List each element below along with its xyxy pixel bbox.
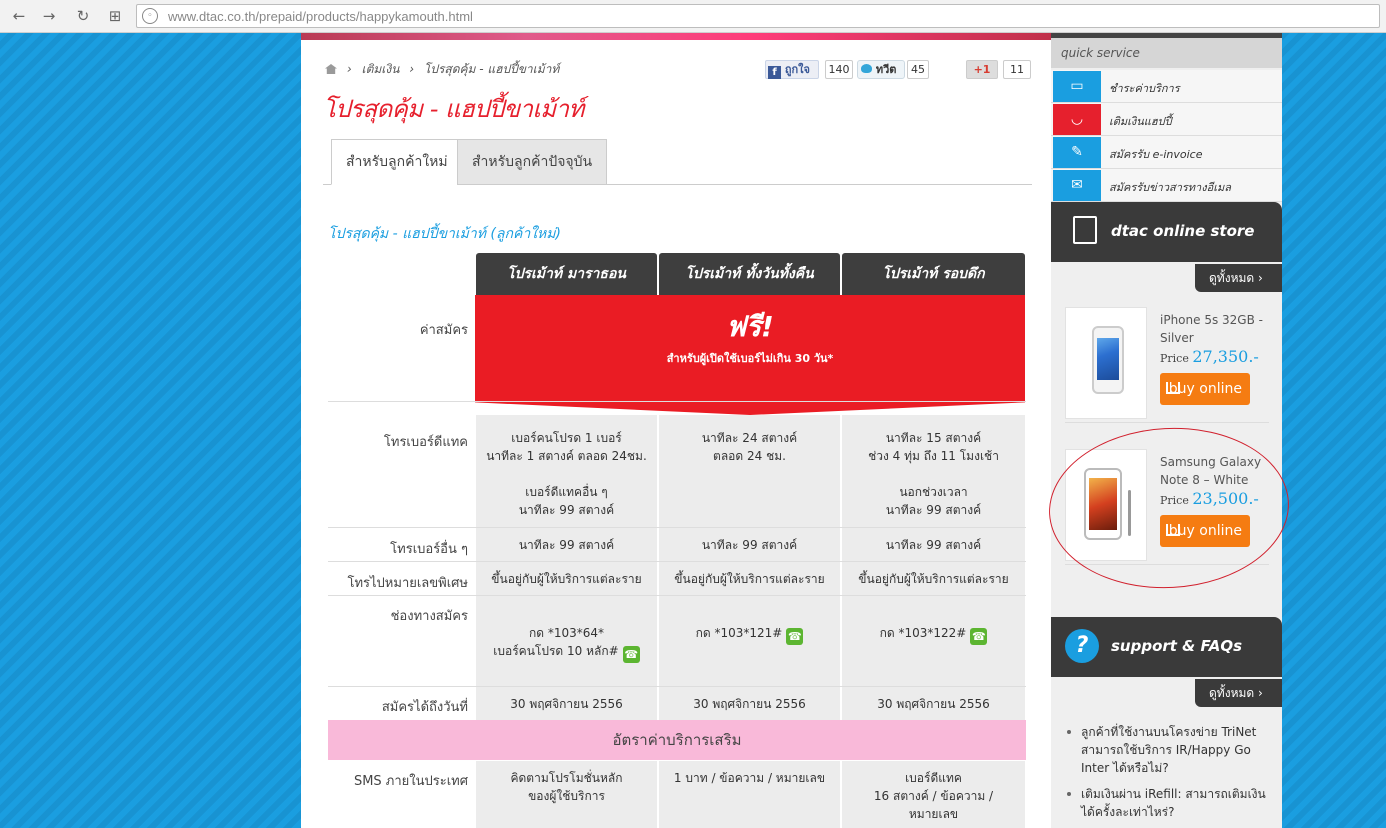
card-icon: ▭ [1053,71,1101,102]
mail-icon: ✉ [1053,170,1101,201]
column-header-latenight: โปรเม้าท์ รอบดึก [842,253,1025,295]
column-header-allday: โปรเม้าท์ ทั้งวันทั้งคืน [659,253,840,295]
row-label-special-number: โทรไปหมายเลขพิเศษ [347,576,468,591]
chevron-right-icon: › [1258,686,1263,700]
quick-item-einvoice[interactable]: ✎ สมัครรับ e-invoice [1051,136,1282,169]
free-condition: สำหรับผู้เปิดใช้เบอร์ไม่เกิน 30 วัน* [666,352,834,365]
online-store-header: dtac online store [1051,202,1282,262]
free-banner-arrow [475,401,1025,415]
phone-call-icon[interactable]: ☎ [622,646,640,663]
phone-call-icon[interactable]: ☎ [970,628,988,645]
row-label-dtac-call: โทรเบอร์ดีแทค [383,435,468,450]
quick-item-newsletter[interactable]: ✉ สมัครรับข่าวสารทางอีเมล [1051,169,1282,202]
table-cell: ขึ้นอยู่กับผู้ให้บริการแต่ละราย [476,562,657,595]
product-name[interactable]: iPhone 5s 32GB - Silver [1160,311,1270,347]
breadcrumb: › เติมเงิน › โปรสุดคุ้ม - แฮปปี้ขาเม้าท์ [325,60,565,79]
facebook-icon: f [768,66,781,79]
edit-icon: ✎ [1053,137,1101,168]
banner-strip [301,33,1051,40]
table-cell: นาทีละ 24 สตางค์ ตลอด 24 ชม. [659,415,840,527]
product-image[interactable] [1065,307,1147,419]
question-icon: ? [1065,629,1099,663]
url-text[interactable]: www.dtac.co.th/prepaid/products/happykam… [168,9,473,24]
right-sidebar: quick service ▭ ชำระค่าบริการ ◡ เติมเงิน… [1051,33,1282,828]
buy-online-button[interactable]: buy online [1160,373,1250,405]
cart-icon [1166,382,1180,394]
tab-existing-customer[interactable]: สำหรับลูกค้าปัจจุบัน [457,139,608,185]
row-label-other-call: โทรเบอร์อื่น ๆ [390,542,468,557]
home-icon[interactable] [325,64,337,74]
quick-service-title: quick service [1051,38,1282,68]
product-card-iphone: iPhone 5s 32GB - Silver Price 27,350.- b… [1065,307,1269,423]
table-cell: นาทีละ 15 สตางค์ ช่วง 4 ทุ่ม ถึง 11 โมงเ… [842,415,1025,527]
table-cell: 1 บาท / ข้อความ / หมายเลข [659,761,840,828]
column-header-marathon: โปรเม้าท์ มาราธอน [476,253,657,295]
table-cell: ขึ้นอยู่กับผู้ให้บริการแต่ละราย [659,562,840,595]
buy-online-button[interactable]: buy online [1160,515,1250,547]
table-cell: กด *103*122# ☎ [842,596,1025,686]
gplus-count: 11 [1003,60,1031,79]
extra-service-header: อัตราค่าบริการเสริม [328,720,1026,760]
gplus-button[interactable]: +1 [966,60,998,79]
table-cell: 30 พฤศจิกายน 2556 [659,687,840,720]
back-icon[interactable]: ← [8,5,30,27]
table-cell: นาทีละ 99 สตางค์ [659,528,840,561]
faq-list: ลูกค้าที่ใช้งานบนโครงข่าย TriNet สามารถใ… [1067,723,1277,828]
breadcrumb-item-current: โปรสุดคุ้ม - แฮปปี้ขาเม้าท์ [423,62,560,76]
support-see-all-link[interactable]: ดูทั้งหมด › [1195,679,1282,707]
list-item[interactable]: ลูกค้าที่ใช้งานบนโครงข่าย TriNet สามารถใ… [1067,723,1277,777]
facebook-like-count: 140 [825,60,853,79]
row-label-sms: SMS ภายในประเทศ [353,774,468,789]
product-price: Price 27,350.- [1160,347,1259,366]
customer-tabs: สำหรับลูกค้าใหม่ สำหรับลูกค้าปัจจุบัน [323,139,1032,185]
table-cell: 30 พฤศจิกายน 2556 [842,687,1025,720]
product-price: Price 23,500.- [1160,489,1259,508]
page-info-icon[interactable]: ◦ [142,8,158,24]
free-banner: ฟรี! สำหรับผู้เปิดใช้เบอร์ไม่เกิน 30 วัน… [475,295,1025,401]
free-title: ฟรี! [726,310,774,343]
table-cell: นาทีละ 99 สตางค์ [842,528,1025,561]
twitter-bird-icon [861,64,872,73]
tab-new-customer[interactable]: สำหรับลูกค้าใหม่ [331,139,463,185]
table-cell: กด *103*121# ☎ [659,596,840,686]
store-see-all-link[interactable]: ดูทั้งหมด › [1195,264,1282,292]
facebook-like-button[interactable]: f ถูกใจ [765,60,819,79]
product-image[interactable] [1065,449,1147,561]
cart-icon [1073,216,1097,244]
forward-icon[interactable]: → [38,5,60,27]
row-label-subscribe: ช่องทางสมัคร [390,609,468,624]
quick-item-topup[interactable]: ◡ เติมเงินแฮปปี้ [1051,103,1282,136]
twitter-tweet-button[interactable]: ทวีต [857,60,905,79]
reload-icon[interactable]: ↻ [72,5,94,27]
product-card-galaxy-note: Samsung Galaxy Note 8 – White Price 23,5… [1065,449,1269,565]
chevron-right-icon: › [1258,271,1263,285]
address-bar[interactable]: ◦ www.dtac.co.th/prepaid/products/happyk… [136,4,1380,28]
table-cell: นาทีละ 99 สตางค์ [476,528,657,561]
quick-item-payment[interactable]: ▭ ชำระค่าบริการ [1051,70,1282,103]
row-label-deadline: สมัครได้ถึงวันที่ [381,700,468,715]
section-subtitle: โปรสุดคุ้ม - แฮปปี้ขาเม้าท์ (ลูกค้าใหม่) [328,226,561,242]
support-header: ? support & FAQs [1051,617,1282,677]
phone-call-icon[interactable]: ☎ [786,628,804,645]
apps-icon[interactable]: ⊞ [104,5,126,27]
table-cell: กด *103*64* เบอร์คนโปรด 10 หลัก# ☎ [476,596,657,686]
list-item[interactable]: เติมเงินผ่าน iRefill: สามารถเติมเงินได้ค… [1067,785,1277,821]
table-cell: คิดตามโปรโมชั่นหลัก ของผู้ใช้บริการ [476,761,657,828]
browser-toolbar: ← → ↻ ⊞ ◦ www.dtac.co.th/prepaid/product… [0,0,1386,33]
row-label-fee: ค่าสมัคร [419,323,468,338]
product-name[interactable]: Samsung Galaxy Note 8 – White [1160,453,1270,489]
cart-icon [1166,524,1180,536]
main-content: › เติมเงิน › โปรสุดคุ้ม - แฮปปี้ขาเม้าท์… [301,33,1051,828]
table-cell: ขึ้นอยู่กับผู้ให้บริการแต่ละราย [842,562,1025,595]
twitter-count: 45 [907,60,929,79]
page-title: โปรสุดคุ้ม - แฮปปี้ขาเม้าท์ [323,95,584,123]
breadcrumb-item-topup[interactable]: เติมเงิน [361,62,399,76]
happy-smile-icon: ◡ [1053,104,1101,135]
table-cell: 30 พฤศจิกายน 2556 [476,687,657,720]
table-cell: เบอร์ดีแทค 16 สตางค์ / ข้อความ / หมายเลข [842,761,1025,828]
table-cell: เบอร์คนโปรด 1 เบอร์ นาทีละ 1 สตางค์ ตลอด… [476,415,657,527]
